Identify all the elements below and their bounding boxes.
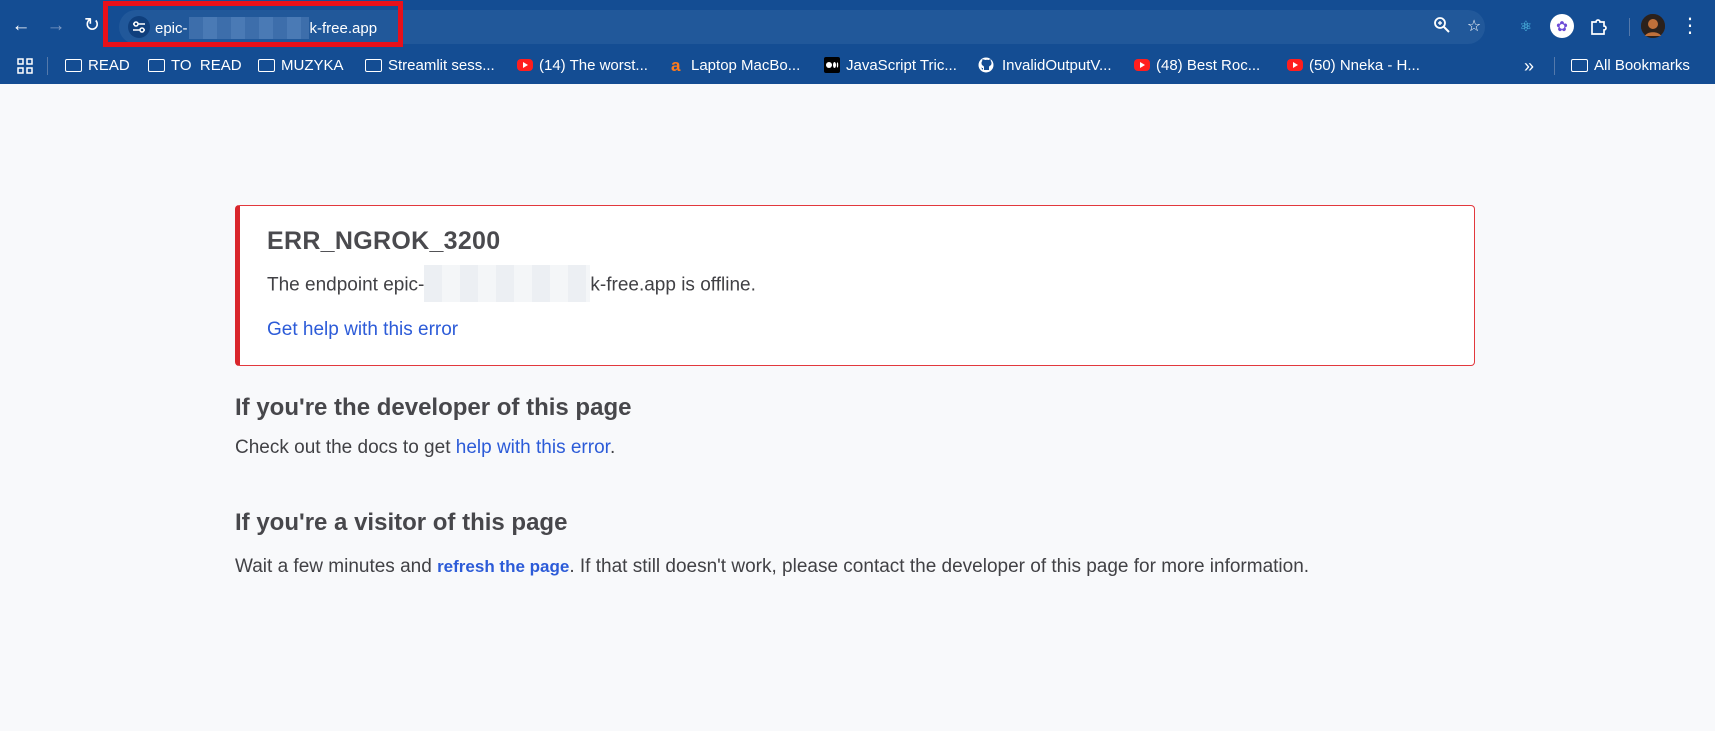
bookmark-muzyka[interactable]: MUZYKA: [258, 55, 344, 77]
divider: [1554, 57, 1555, 75]
all-bookmarks[interactable]: All Bookmarks: [1571, 55, 1690, 77]
bookmark-youtube-48[interactable]: (48) Best Roc...: [1134, 55, 1260, 77]
react-devtools-icon[interactable]: ⚛: [1514, 14, 1538, 38]
bookmark-label: Laptop MacBo...: [691, 57, 801, 74]
zoom-icon[interactable]: [1431, 16, 1453, 38]
bookmark-label: (48) Best Roc...: [1156, 57, 1261, 74]
highlight-box: [103, 1, 403, 47]
visitor-heading: If you're a visitor of this page: [235, 509, 568, 536]
bookmark-read[interactable]: READ: [65, 55, 130, 77]
bookmarks-overflow-icon[interactable]: »: [1524, 55, 1534, 77]
youtube-icon: [1134, 59, 1150, 72]
bookmark-youtube-50[interactable]: (50) Nneka - H...: [1287, 55, 1420, 77]
divider: [1629, 18, 1630, 36]
developer-heading: If you're the developer of this page: [235, 394, 632, 421]
arrow-left-icon[interactable]: ←: [7, 12, 35, 40]
visitor-text: Wait a few minutes and refresh the page.…: [235, 556, 1309, 578]
browser-toolbar: ← → ↻ epic-k-free.app ☆ ⚛ ✿ ⋮: [0, 0, 1715, 54]
help-link[interactable]: help with this error: [456, 437, 610, 458]
puzzle-icon[interactable]: [1586, 14, 1610, 38]
bookmark-label: READ: [88, 57, 130, 74]
bookmark-streamlit[interactable]: Streamlit sess...: [365, 55, 495, 77]
refresh-link[interactable]: refresh the page: [437, 557, 569, 576]
folder-icon: [365, 58, 382, 72]
folder-icon: [65, 58, 82, 72]
bookmark-laptop[interactable]: a Laptop MacBo...: [671, 55, 800, 77]
folder-icon: [1571, 58, 1588, 72]
more-vert-icon[interactable]: ⋮: [1676, 12, 1704, 40]
error-message: The endpoint epic-k-free.app is offline.: [267, 265, 756, 304]
error-code: ERR_NGROK_3200: [267, 227, 501, 255]
developer-text: Check out the docs to get help with this…: [235, 437, 615, 459]
medium-icon: [824, 57, 840, 74]
allegro-icon: a: [671, 56, 681, 76]
bookmark-github[interactable]: InvalidOutputV...: [978, 55, 1112, 77]
bookmark-label: (14) The worst...: [539, 57, 648, 74]
developer-text-prefix: Check out the docs to get: [235, 437, 456, 458]
error-message-suffix: k-free.app is offline.: [590, 274, 756, 296]
extension-badge-icon[interactable]: ✿: [1550, 14, 1574, 38]
redacted-endpoint: [424, 265, 591, 302]
bookmark-label: (50) Nneka - H...: [1309, 57, 1420, 74]
developer-text-suffix: .: [609, 437, 616, 458]
folder-icon: [148, 58, 165, 72]
apps-grid-icon[interactable]: [17, 55, 33, 77]
bookmark-label: InvalidOutputV...: [1002, 57, 1112, 74]
youtube-icon: [1287, 59, 1303, 72]
bookmark-label: MUZYKA: [281, 57, 344, 74]
bookmarks-bar: READ TO READ MUZYKA Streamlit sess... (1…: [0, 48, 1715, 84]
bookmark-youtube-14[interactable]: (14) The worst...: [517, 55, 648, 77]
visitor-text-suffix: . If that still doesn't work, please con…: [569, 556, 1310, 577]
divider: [47, 57, 48, 75]
error-message-prefix: The endpoint epic-: [267, 274, 425, 296]
bookmark-label: TO READ: [171, 57, 242, 74]
bookmark-label: JavaScript Tric...: [846, 57, 957, 74]
reload-icon[interactable]: ↻: [78, 12, 106, 40]
get-help-link[interactable]: Get help with this error: [267, 319, 458, 341]
arrow-right-icon[interactable]: →: [42, 12, 70, 40]
bookmark-javascript[interactable]: JavaScript Tric...: [824, 55, 957, 77]
avatar[interactable]: [1641, 14, 1665, 38]
bookmark-label: All Bookmarks: [1594, 57, 1690, 74]
github-icon: [978, 57, 996, 73]
folder-icon: [258, 58, 275, 72]
youtube-icon: [517, 59, 533, 72]
visitor-text-prefix: Wait a few minutes and: [235, 556, 438, 577]
star-icon[interactable]: ☆: [1463, 16, 1485, 38]
bookmark-label: Streamlit sess...: [388, 57, 495, 74]
error-card: ERR_NGROK_3200 The endpoint epic-k-free.…: [235, 205, 1475, 366]
bookmark-to-read[interactable]: TO READ: [148, 55, 242, 77]
